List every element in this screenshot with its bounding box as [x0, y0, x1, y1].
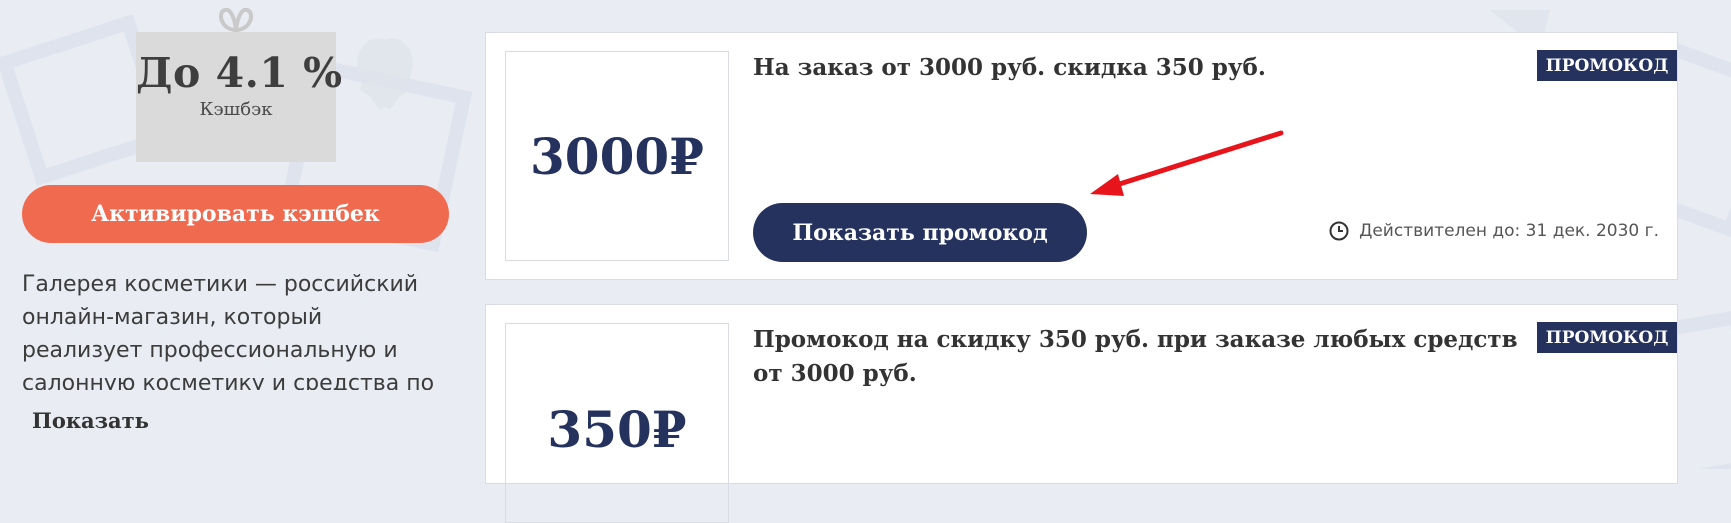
cashback-label: Кэшбэк — [199, 99, 273, 121]
cashback-card: До 4.1 % Кэшбэк — [136, 32, 343, 162]
coupon-card: 3000₽ На заказ от 3000 руб. скидка 350 р… — [485, 32, 1678, 280]
gift-bow-icon — [219, 7, 253, 33]
shop-sidebar: До 4.1 % Кэшбэк Активировать кэшбек Гале… — [0, 0, 470, 469]
coupon-card: 350₽ Промокод на скидку 350 руб. при зак… — [485, 304, 1678, 523]
shop-description: Галерея косметики — российский онлайн-ма… — [22, 272, 435, 390]
coupon-amount: 3000₽ — [505, 51, 729, 261]
promo-code-badge: ПРОМОКОД — [1537, 50, 1677, 81]
promo-code-badge: ПРОМОКОД — [1537, 322, 1677, 353]
coupon-amount: 350₽ — [505, 323, 729, 523]
coupon-title[interactable]: На заказ от 3000 руб. скидка 350 руб. — [753, 51, 1523, 85]
cashback-value: До 4.1 % — [136, 49, 343, 97]
show-more-link[interactable]: Показать — [32, 408, 149, 433]
activate-cashback-button[interactable]: Активировать кэшбек — [22, 185, 449, 243]
clock-icon — [1329, 221, 1349, 241]
coupon-title[interactable]: Промокод на скидку 350 руб. при заказе л… — [753, 323, 1523, 391]
validity-info: Действителен до: 31 дек. 2030 г. — [1329, 221, 1659, 241]
valid-until-text: Действителен до: 31 дек. 2030 г. — [1359, 221, 1659, 241]
show-promo-code-button[interactable]: Показать промокод — [753, 203, 1087, 262]
